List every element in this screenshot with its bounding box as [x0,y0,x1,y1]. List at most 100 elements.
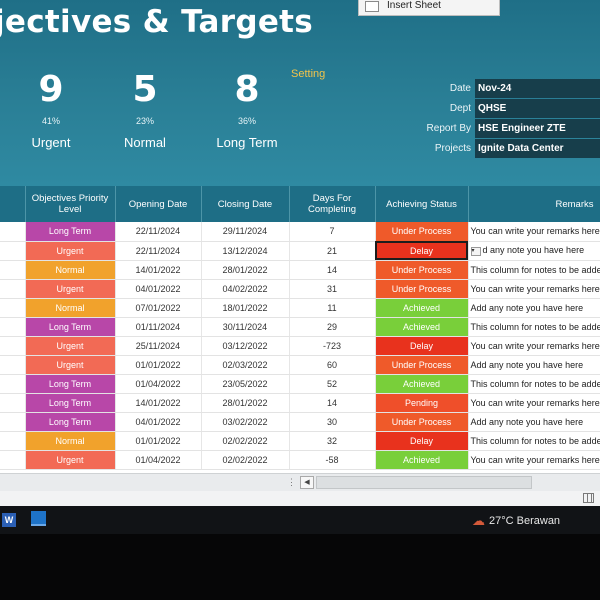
insert-sheet-button[interactable]: Insert Sheet [358,0,500,16]
priority-cell[interactable]: Urgent [25,336,116,356]
opening-date-cell[interactable]: 22/11/2024 [115,241,202,261]
opening-date-cell[interactable]: 14/01/2022 [115,260,202,280]
status-cell[interactable]: Under Process [375,222,469,242]
priority-cell[interactable]: Long Term [25,317,116,337]
opening-date-cell[interactable]: 01/11/2024 [115,317,202,337]
status-cell[interactable]: Under Process [375,279,469,299]
scroll-track[interactable] [316,476,532,489]
remarks-cell[interactable]: Add any note you have here [468,298,600,318]
days-cell[interactable]: 60 [289,355,376,375]
closing-date-cell[interactable]: 13/12/2024 [201,241,290,261]
status-cell[interactable]: Under Process [375,355,469,375]
info-value[interactable]: Nov-24 [475,78,600,98]
priority-cell[interactable]: Long Term [25,222,116,242]
remarks-cell[interactable]: Add any note you have here [468,412,600,432]
remarks-cell[interactable]: You can write your remarks here [468,336,600,356]
status-cell[interactable]: Under Process [375,260,469,280]
scroll-left-button[interactable]: ◀ [300,476,314,489]
row-gutter-cell[interactable] [0,336,26,356]
priority-cell[interactable]: Urgent [25,241,116,261]
normal-view-icon[interactable] [583,493,594,503]
priority-cell[interactable]: Urgent [25,355,116,375]
status-cell[interactable]: Under Process [375,412,469,432]
setting-link[interactable]: Setting [291,68,325,80]
opening-date-cell[interactable]: 01/04/2022 [115,450,202,470]
row-gutter-cell[interactable] [0,279,26,299]
priority-cell[interactable]: Normal [25,260,116,280]
closing-date-cell[interactable]: 30/11/2024 [201,317,290,337]
days-cell[interactable]: 14 [289,260,376,280]
row-gutter-cell[interactable] [0,317,26,337]
row-gutter-cell[interactable] [0,260,26,280]
priority-cell[interactable]: Long Term [25,412,116,432]
status-cell[interactable]: Achieved [375,374,469,394]
closing-date-cell[interactable]: 04/02/2022 [201,279,290,299]
closing-date-cell[interactable]: 23/05/2022 [201,374,290,394]
column-header[interactable]: Opening Date [115,186,202,222]
remarks-cell[interactable]: This column for notes to be adde [468,260,600,280]
priority-cell[interactable]: Normal [25,298,116,318]
row-gutter-cell[interactable] [0,431,26,451]
days-cell[interactable]: 11 [289,298,376,318]
dropdown-arrow-icon[interactable]: ▾ [470,246,481,256]
row-gutter-cell[interactable] [0,393,26,413]
opening-date-cell[interactable]: 22/11/2024 [115,222,202,242]
status-cell[interactable]: Delay [375,431,469,451]
opening-date-cell[interactable]: 04/01/2022 [115,412,202,432]
remarks-cell[interactable]: ▾ d any note you have here [468,241,600,261]
priority-cell[interactable]: Urgent [25,279,116,299]
closing-date-cell[interactable]: 28/01/2022 [201,260,290,280]
days-cell[interactable]: 21 [289,241,376,261]
remarks-cell[interactable]: You can write your remarks here [468,450,600,470]
closing-date-cell[interactable]: 03/02/2022 [201,412,290,432]
remarks-cell[interactable]: You can write your remarks here [468,279,600,299]
row-gutter-cell[interactable] [0,298,26,318]
opening-date-cell[interactable]: 25/11/2024 [115,336,202,356]
row-gutter-cell[interactable] [0,412,26,432]
days-cell[interactable]: -723 [289,336,376,356]
days-cell[interactable]: 32 [289,431,376,451]
row-gutter-cell[interactable] [0,241,26,261]
app-taskbar-icon[interactable] [31,511,46,526]
status-cell[interactable]: Achieved [375,450,469,470]
status-cell[interactable]: Delay [375,336,469,356]
row-gutter-cell[interactable] [0,450,26,470]
opening-date-cell[interactable]: 01/01/2022 [115,431,202,451]
priority-cell[interactable]: Normal [25,431,116,451]
closing-date-cell[interactable]: 02/02/2022 [201,431,290,451]
days-cell[interactable]: -58 [289,450,376,470]
row-gutter-cell[interactable] [0,222,26,242]
info-value[interactable]: HSE Engineer ZTE [475,118,600,138]
remarks-cell[interactable]: Add any note you have here [468,355,600,375]
days-cell[interactable]: 7 [289,222,376,242]
opening-date-cell[interactable]: 07/01/2022 [115,298,202,318]
priority-cell[interactable]: Long Term [25,393,116,413]
priority-cell[interactable]: Urgent [25,450,116,470]
scroll-split-handle[interactable]: ⋮ [287,477,296,488]
column-header[interactable]: Closing Date [201,186,290,222]
days-cell[interactable]: 14 [289,393,376,413]
info-value[interactable]: Ignite Data Center [475,138,600,158]
status-cell[interactable]: Pending [375,393,469,413]
days-cell[interactable]: 31 [289,279,376,299]
status-cell[interactable]: Delay [375,241,469,261]
column-header[interactable]: Achieving Status [375,186,469,222]
horizontal-scrollbar[interactable]: ⋮ ◀ [0,473,600,491]
column-header[interactable]: Remarks [468,186,600,222]
remarks-cell[interactable]: You can write your remarks here [468,393,600,413]
closing-date-cell[interactable]: 29/11/2024 [201,222,290,242]
info-value[interactable]: QHSE [475,98,600,118]
closing-date-cell[interactable]: 02/03/2022 [201,355,290,375]
closing-date-cell[interactable]: 18/01/2022 [201,298,290,318]
days-cell[interactable]: 52 [289,374,376,394]
column-header[interactable]: Objectives Priority Level [25,186,116,222]
opening-date-cell[interactable]: 01/01/2022 [115,355,202,375]
remarks-cell[interactable]: This column for notes to be adde [468,374,600,394]
column-header[interactable]: Days For Completing [289,186,376,222]
days-cell[interactable]: 29 [289,317,376,337]
opening-date-cell[interactable]: 14/01/2022 [115,393,202,413]
closing-date-cell[interactable]: 03/12/2022 [201,336,290,356]
opening-date-cell[interactable]: 04/01/2022 [115,279,202,299]
closing-date-cell[interactable]: 28/01/2022 [201,393,290,413]
closing-date-cell[interactable]: 02/02/2022 [201,450,290,470]
